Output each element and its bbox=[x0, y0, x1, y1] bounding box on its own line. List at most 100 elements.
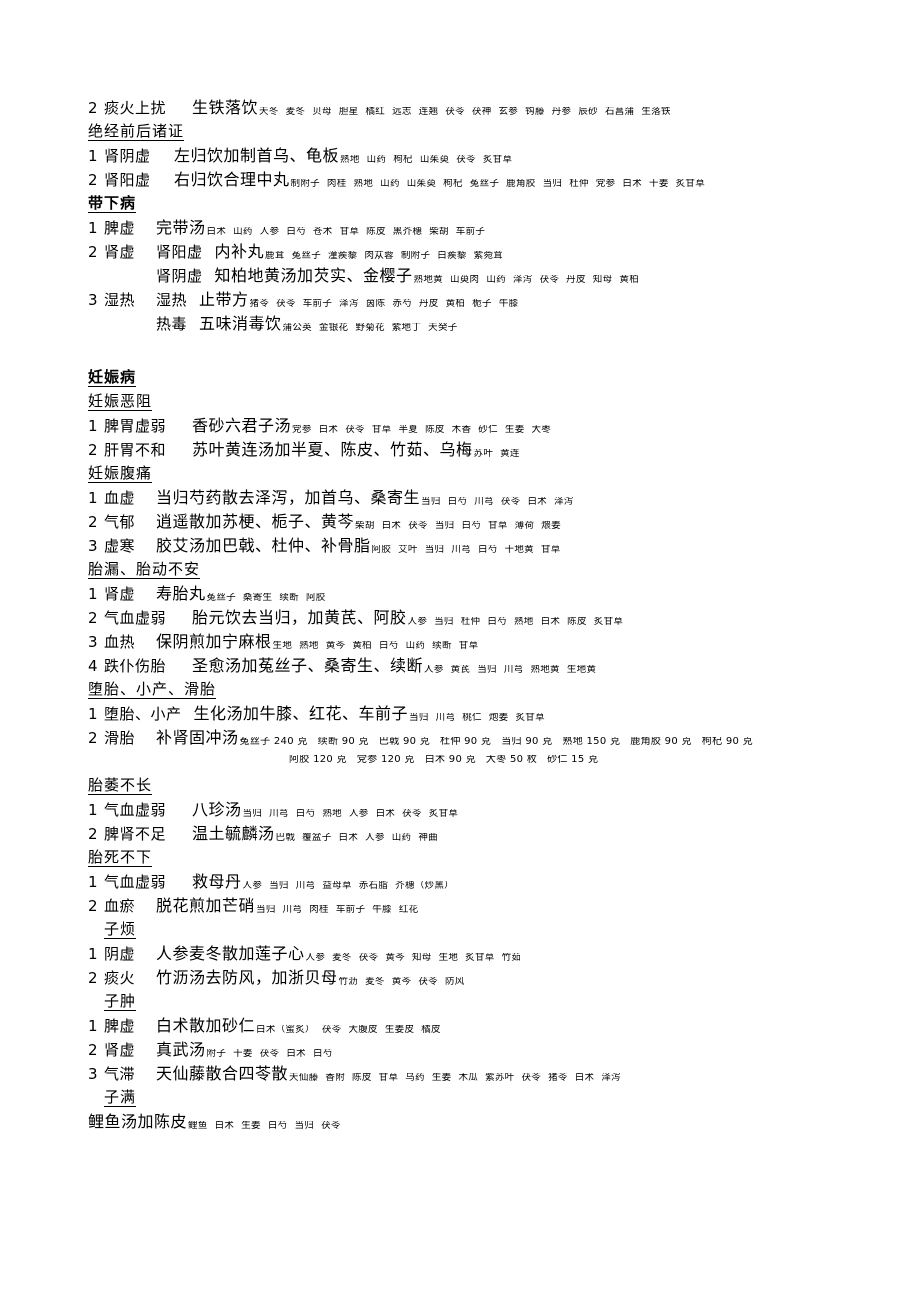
entry-number: 1 bbox=[88, 219, 98, 237]
herb-item: 茯神 bbox=[471, 107, 492, 117]
herb-item: 炮姜 bbox=[488, 713, 509, 723]
entry-number: 2 bbox=[88, 171, 98, 189]
herb-item: 杜仲 90 克 bbox=[440, 737, 492, 747]
entry-number: 3 bbox=[88, 537, 98, 555]
herb-item: 潼蒺藜 bbox=[328, 251, 358, 261]
pattern-label: 血瘀 bbox=[104, 897, 136, 915]
herb-item: 菟丝子 bbox=[469, 179, 500, 189]
herb-item: 陈皮 bbox=[567, 617, 587, 627]
herb-item: 茯苓 bbox=[445, 107, 465, 117]
herb-item: 山药 bbox=[233, 227, 253, 237]
herb-list: 白术（蜜炙） 茯苓 大腹皮 生姜皮 橘皮 bbox=[256, 1025, 448, 1035]
entry-number: 2 bbox=[88, 243, 98, 261]
herb-item: 白术 bbox=[338, 833, 359, 843]
herb-item: 当归 bbox=[269, 881, 289, 891]
herb-item: 茯苓 bbox=[539, 275, 560, 285]
formula-name: 人参麦冬散加莲子心 bbox=[156, 944, 305, 963]
herb-item: 生姜 bbox=[504, 425, 525, 435]
formula-name: 温土毓麟汤 bbox=[192, 824, 275, 843]
herb-item: 当归 bbox=[421, 497, 441, 507]
formula-entry: 1 脾胃虚弱 香砂六君子汤 党参 白术 茯苓 甘草 半夏 陈皮 木香 砂仁 生姜 大枣 bbox=[88, 418, 858, 442]
herb-item: 连翘 bbox=[418, 107, 439, 117]
herb-item: 当归 bbox=[477, 665, 497, 675]
herb-list: 制附子 肉桂 熟地 山药 山茱萸 枸杞 菟丝子 鹿角胶 当归 杜仲 党参 白术 干姜 炙甘草 bbox=[291, 179, 713, 189]
herb-list: 当归 川芎 肉桂 车前子 牛膝 红花 bbox=[256, 905, 425, 915]
entry-number: 2 bbox=[88, 969, 98, 987]
herb-list-continued: 阿胶 120 克党参 120 克白术 90 克大枣 50 枚砂仁 15 克 bbox=[289, 755, 608, 765]
herb-item: 黄柏 bbox=[619, 275, 639, 285]
pattern-label: 脾虚 bbox=[104, 219, 136, 237]
formula-name: 胶艾汤加巴戟、杜仲、补骨脂 bbox=[156, 536, 371, 555]
herb-item: 人参 bbox=[259, 227, 280, 237]
herb-item: 泽泻 bbox=[512, 275, 533, 285]
herb-item: 当归 90 克 bbox=[501, 737, 553, 747]
formula-name: 内补丸 bbox=[214, 242, 265, 261]
herb-item: 金银花 bbox=[318, 323, 349, 333]
herb-list: 鲤鱼 白术 生姜 白芍 当归 茯苓 bbox=[188, 1121, 348, 1131]
herb-item: 黄柏 bbox=[352, 641, 372, 651]
herb-item: 紫菀茸 bbox=[473, 251, 504, 261]
subsection-heading: 妊娠腹痛 bbox=[88, 466, 858, 490]
herb-item: 茯苓 bbox=[358, 953, 379, 963]
formula-name: 脱花煎加芒硝 bbox=[156, 896, 256, 915]
herb-list: 当归 白芍 川芎 茯苓 白术 泽泻 bbox=[421, 497, 581, 507]
formula-entry: 肾阴虚 知柏地黄汤加芡实、金樱子 熟地黄 山萸肉 山药 泽泻 茯苓 丹皮 知母 黄柏 bbox=[88, 268, 858, 292]
section-heading: 妊娠病 bbox=[88, 370, 858, 394]
herb-item: 当归 bbox=[294, 1121, 315, 1131]
herb-item: 黄芪 bbox=[450, 665, 471, 675]
herb-item: 玄参 bbox=[498, 107, 519, 117]
herb-item: 远志 bbox=[392, 107, 412, 117]
herb-item: 阿胶 bbox=[371, 545, 392, 555]
herb-list: 熟地黄 山萸肉 山药 泽泻 茯苓 丹皮 知母 黄柏 bbox=[414, 275, 646, 285]
herb-item: 天癸子 bbox=[428, 323, 458, 333]
pattern-label: 气血虚弱 bbox=[104, 609, 167, 627]
herb-item: 鲤鱼 bbox=[188, 1121, 208, 1131]
herb-item: 熟地 150 克 bbox=[562, 737, 621, 747]
herb-item: 党参 bbox=[292, 425, 312, 435]
herb-item: 茯苓 bbox=[408, 521, 428, 531]
formula-name: 生铁落饮 bbox=[192, 98, 259, 117]
formula-entry: 4 跌仆伤胎 圣愈汤加菟丝子、桑寄生、续断 人参 黄芪 当归 川芎 熟地黄 生地黄 bbox=[88, 658, 858, 682]
entry-number: 3 bbox=[88, 291, 98, 309]
herb-item: 茯苓 bbox=[321, 1025, 342, 1035]
herb-item: 苏叶 bbox=[473, 449, 494, 459]
herb-item: 黄柏 bbox=[445, 299, 466, 309]
entry-number: 3 bbox=[88, 1065, 98, 1083]
herb-item: 鹿茸 bbox=[265, 251, 285, 261]
herb-list: 白术 山药 人参 白芍 苍术 甘草 陈皮 黑芥穗 柴胡 车前子 bbox=[207, 227, 493, 237]
entry-number: 1 bbox=[88, 705, 98, 723]
herb-item: 白蒺藜 bbox=[437, 251, 467, 261]
herb-item: 续断 90 克 bbox=[317, 737, 369, 747]
herb-item: 白术 bbox=[318, 425, 339, 435]
pattern-label: 气血虚弱 bbox=[104, 873, 167, 891]
herb-item: 茯苓 bbox=[402, 809, 422, 819]
heading-text: 堕胎、小产、滑胎 bbox=[88, 680, 217, 699]
herb-item: 白芍 bbox=[295, 809, 316, 819]
formula-entry: 2 滑胎 补肾固冲汤 菟丝子 240 克续断 90 克巴戟 90 克杜仲 90 克当归… bbox=[88, 730, 858, 754]
herb-item: 泽泻 bbox=[554, 497, 574, 507]
herb-item: 石菖蒲 bbox=[604, 107, 635, 117]
herb-item: 钩藤 bbox=[525, 107, 545, 117]
herb-item: 人参 bbox=[424, 665, 444, 675]
entry-number: 2 bbox=[88, 99, 98, 117]
herb-item: 神曲 bbox=[418, 833, 438, 843]
herb-item: 丹参 bbox=[551, 107, 572, 117]
herb-item: 熟地黄 bbox=[413, 275, 443, 285]
heading-text: 带下病 bbox=[88, 194, 137, 213]
herb-item: 麦冬 bbox=[332, 953, 352, 963]
herb-list: 当归 川芎 白芍 熟地 人参 白术 茯苓 炙甘草 bbox=[243, 809, 466, 819]
formula-entry: 3 血热 保阴煎加宁麻根 生地 熟地 黄芩 黄柏 白芍 山药 续断 甘草 bbox=[88, 634, 858, 658]
formula-entry: 3 虚寒 胶艾汤加巴戟、杜仲、补骨脂 阿胶 艾叶 当归 川芎 白芍 干地黄 甘草 bbox=[88, 538, 858, 562]
herb-item: 泽泻 bbox=[601, 1073, 621, 1083]
formula-entry: 3 气滞 天仙藤散合四苓散 天仙藤 香附 陈皮 甘草 乌药 生姜 木瓜 紫苏叶 茯苓 猪苓 白术 泽泻 bbox=[88, 1066, 858, 1090]
herb-item: 山茱萸 bbox=[406, 179, 437, 189]
herb-item: 山萸肉 bbox=[449, 275, 480, 285]
subsection-heading: 妊娠恶阻 bbox=[88, 394, 858, 418]
herb-item: 砂仁 15 克 bbox=[547, 755, 599, 765]
herb-item: 麦冬 bbox=[365, 977, 385, 987]
formula-entry: 3 湿热 湿热 止带方 猪苓 茯苓 车前子 泽泻 茵陈 赤芍 丹皮 黄柏 栀子 牛膝 bbox=[88, 292, 858, 316]
pattern-label: 虚寒 bbox=[104, 537, 136, 555]
formula-name: 天仙藤散合四苓散 bbox=[156, 1064, 289, 1083]
herb-item: 生地 bbox=[438, 953, 459, 963]
herb-item: 半夏 bbox=[398, 425, 419, 435]
